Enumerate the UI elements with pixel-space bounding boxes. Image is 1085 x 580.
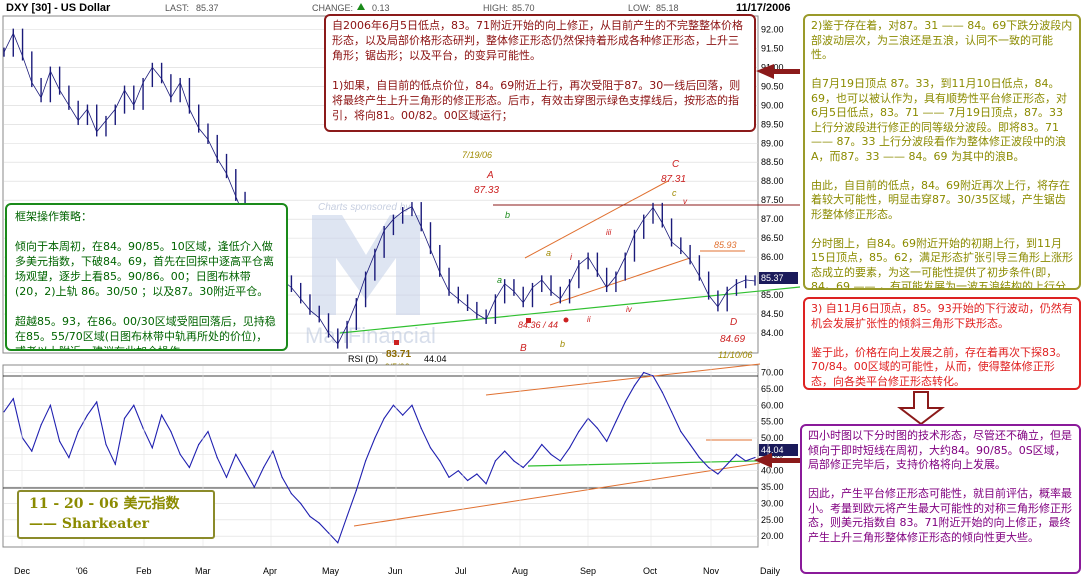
x-tick-label: May	[322, 566, 340, 576]
x-tick-label: '06	[76, 566, 88, 576]
low-label: LOW:	[628, 3, 651, 13]
signature-box: 11 - 20 - 06 美元指数 —— Sharkeater	[17, 490, 215, 539]
rsi-tick-label: 20.00	[761, 531, 784, 541]
rsi-tick-label: 40.00	[761, 466, 784, 476]
rsi-label: RSI (D)	[348, 354, 378, 364]
rsi-tick-label: 25.00	[761, 515, 784, 525]
rsi-last-top: 44.04	[424, 354, 447, 364]
annotation-summary: 四小时图以下分时图的技术形态，尽管还不确立，但是倾向于即时短线在周初，大约84。…	[800, 424, 1081, 574]
rsi-tick-label: 50.00	[761, 433, 784, 443]
x-tick-label: Jul	[455, 566, 467, 576]
label-w-ii: ii	[587, 315, 591, 324]
price-tick-label: 84.00	[761, 328, 784, 338]
label-C: C	[672, 159, 680, 170]
price-tick-label: 90.00	[761, 100, 784, 110]
x-tick-label: Daily	[760, 566, 781, 576]
sponsor-text: Charts sponsored by:	[318, 202, 413, 213]
high-label: HIGH:	[483, 3, 508, 13]
price-tick-label: 86.00	[761, 252, 784, 262]
price-tick-label: 88.00	[761, 176, 784, 186]
annotation-triangle: 3) 自11月6日顶点，85。93开始的下行波动，仍然有机会发展扩张性的倾斜三角…	[803, 297, 1081, 390]
label-w-c: c	[672, 188, 677, 198]
price-last-label: 85.37	[761, 273, 784, 283]
rsi-last-label: 44.04	[761, 445, 784, 455]
label-w-iii: iii	[606, 228, 612, 237]
annotation-top: 自2006年6月5日低点，83。71附近开始的向上修正，从目前产生的不完整整体价…	[324, 14, 756, 132]
x-tick-label: Nov	[703, 566, 720, 576]
price-tick-label: 87.00	[761, 214, 784, 224]
header-bar	[0, 0, 800, 14]
label-8593: 85.93	[714, 240, 737, 250]
label-w-a2: a	[546, 248, 551, 258]
price-tick-label: 87.50	[761, 195, 784, 205]
price-tick-label: 88.50	[761, 157, 784, 167]
label-w-b: b	[505, 210, 510, 220]
change-label: CHANGE:	[312, 3, 353, 13]
label-low-value: 83.71	[386, 349, 411, 360]
marker-i	[563, 317, 569, 323]
x-tick-label: Feb	[136, 566, 152, 576]
price-tick-label: 86.50	[761, 233, 784, 243]
label-w-iv: iv	[626, 305, 633, 314]
label-date-d: 11/10/06	[718, 350, 752, 360]
price-tick-label: 92.00	[761, 24, 784, 34]
price-tick-label: 91.50	[761, 43, 784, 53]
marker-low	[394, 340, 399, 345]
label-w-a: a	[497, 275, 502, 285]
price-tick-label: 85.00	[761, 290, 784, 300]
rsi-tick-label: 65.00	[761, 384, 784, 394]
last-value: 85.37	[196, 3, 219, 13]
price-tick-label: 89.50	[761, 119, 784, 129]
label-w-b2: b	[560, 339, 565, 349]
header-date: 11/17/2006	[736, 2, 790, 14]
price-tick-label: 89.00	[761, 138, 784, 148]
arrow-down-icon	[897, 391, 945, 426]
label-date-top: 7/19/06	[462, 150, 492, 160]
high-value: 85.70	[512, 3, 535, 13]
x-tick-label: Sep	[580, 566, 596, 576]
annotation-wave-count: 2)鉴于存在着，对87。31 —— 84。69下跌分波段内部波动层次，为三浪还是…	[803, 14, 1081, 290]
rsi-tick-label: 60.00	[761, 400, 784, 410]
label-C-value: 87.31	[661, 174, 686, 185]
label-A: A	[486, 170, 494, 181]
x-tick-label: Oct	[643, 566, 658, 576]
x-tick-label: Aug	[512, 566, 528, 576]
x-tick-label: Apr	[263, 566, 277, 576]
label-B-value: 84.36 / 44	[518, 320, 558, 330]
annotation-strategy: 框架操作策略： 倾向于本周初，在84。90/85。10区域，逢低介入做多美元指数…	[5, 203, 288, 351]
x-tick-label: Dec	[14, 566, 31, 576]
last-label: LAST:	[165, 3, 189, 13]
low-value: 85.18	[656, 3, 679, 13]
x-tick-label: Mar	[195, 566, 211, 576]
rsi-tick-label: 70.00	[761, 368, 784, 378]
label-D-value: 84.69	[720, 334, 745, 345]
rsi-tick-label: 55.00	[761, 417, 784, 427]
price-tick-label: 90.50	[761, 81, 784, 91]
label-B: B	[520, 343, 527, 354]
label-A-value: 87.33	[474, 185, 499, 196]
label-D: D	[730, 317, 737, 328]
marker-B	[526, 318, 531, 323]
symbol-title: DXY [30] - US Dollar	[6, 2, 111, 14]
change-value: 0.13	[372, 3, 390, 13]
price-tick-label: 84.50	[761, 309, 784, 319]
rsi-tick-label: 35.00	[761, 482, 784, 492]
x-tick-label: Jun	[388, 566, 403, 576]
rsi-tick-label: 30.00	[761, 498, 784, 508]
